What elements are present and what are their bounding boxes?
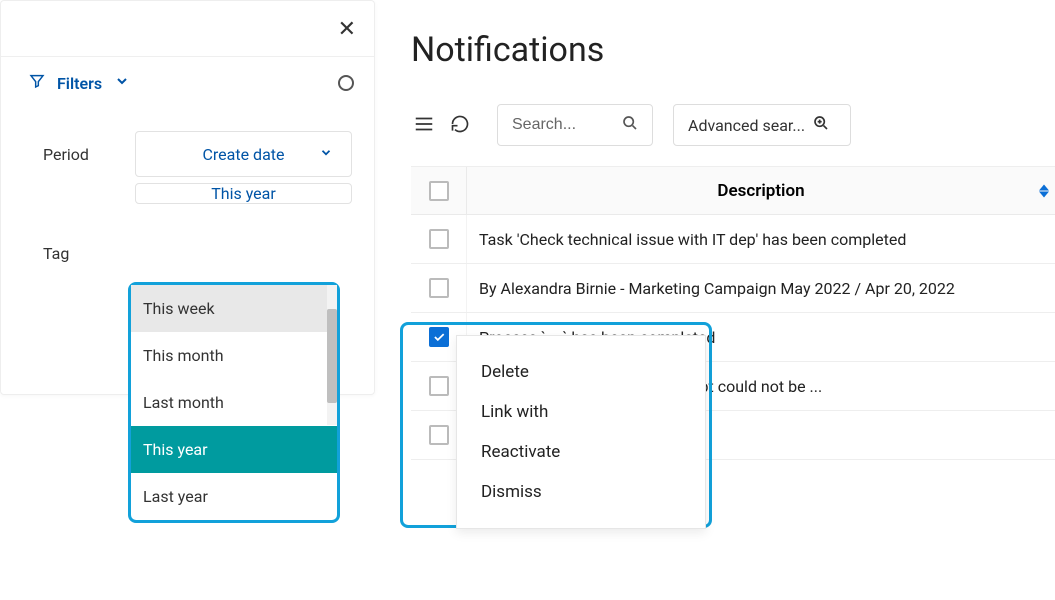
period-dropdown: This weekThis monthLast monthThis yearLa… [128, 282, 340, 523]
close-sidebar-button[interactable]: ✕ [338, 16, 356, 42]
context-menu-item[interactable]: Link with [457, 392, 705, 432]
period-range-value: This year [211, 184, 276, 203]
hamburger-icon [413, 113, 435, 138]
chevron-down-icon [319, 145, 333, 164]
period-range-select[interactable]: This year [135, 183, 352, 204]
row-checkbox[interactable] [429, 278, 449, 298]
filters-label: Filters [57, 74, 102, 93]
search-box[interactable] [497, 104, 653, 146]
period-type-select[interactable]: Create date [135, 131, 352, 177]
menu-button[interactable] [411, 112, 437, 138]
row-description: By Alexandra Birnie - Marketing Campaign… [467, 279, 1055, 298]
chevron-down-icon [114, 73, 130, 93]
funnel-icon [29, 73, 45, 93]
row-checkbox[interactable] [429, 376, 449, 396]
scrollbar-thumb[interactable] [327, 309, 337, 403]
dropdown-item[interactable]: This week [131, 285, 337, 332]
row-checkbox[interactable] [429, 229, 449, 249]
advanced-search-button[interactable]: Advanced sear... [673, 104, 851, 146]
table-row[interactable]: Task 'Check technical issue with IT dep'… [411, 215, 1055, 264]
column-description[interactable]: Description [467, 181, 1055, 201]
search-input[interactable] [512, 116, 612, 134]
period-type-value: Create date [202, 145, 284, 164]
circle-icon[interactable] [338, 75, 354, 91]
dropdown-item[interactable]: Last month [131, 379, 337, 426]
advanced-search-label: Advanced sear... [688, 116, 805, 135]
column-description-label: Description [717, 181, 804, 201]
context-menu-item[interactable]: Delete [457, 352, 705, 392]
refresh-icon [450, 114, 470, 137]
search-icon [622, 115, 638, 135]
table-row[interactable]: By Alexandra Birnie - Marketing Campaign… [411, 264, 1055, 313]
table-header: Description [411, 167, 1055, 215]
dropdown-item[interactable]: This year [131, 426, 337, 473]
row-checkbox[interactable] [429, 327, 449, 347]
period-label: Period [43, 145, 121, 164]
row-checkbox[interactable] [429, 425, 449, 445]
sort-icon [1039, 184, 1049, 197]
page-title: Notifications [411, 30, 1055, 70]
close-icon: ✕ [338, 16, 356, 41]
filters-toggle[interactable]: Filters [29, 73, 130, 93]
context-menu-item[interactable]: Dismiss [457, 472, 705, 512]
tag-label: Tag [43, 244, 121, 263]
row-description: Task 'Check technical issue with IT dep'… [467, 230, 1055, 249]
toolbar: Advanced sear... [411, 104, 1055, 146]
select-all-checkbox[interactable] [429, 181, 449, 201]
filter-sidebar: ✕ Filters Period Create date [0, 0, 375, 600]
refresh-button[interactable] [447, 112, 473, 138]
dropdown-item[interactable]: Last year [131, 473, 337, 520]
search-plus-icon [813, 115, 829, 135]
scrollbar-track[interactable] [327, 285, 337, 425]
dropdown-item[interactable]: This month [131, 332, 337, 379]
context-menu-item[interactable]: Reactivate [457, 432, 705, 472]
context-menu: DeleteLink withReactivateDismiss [456, 335, 706, 529]
